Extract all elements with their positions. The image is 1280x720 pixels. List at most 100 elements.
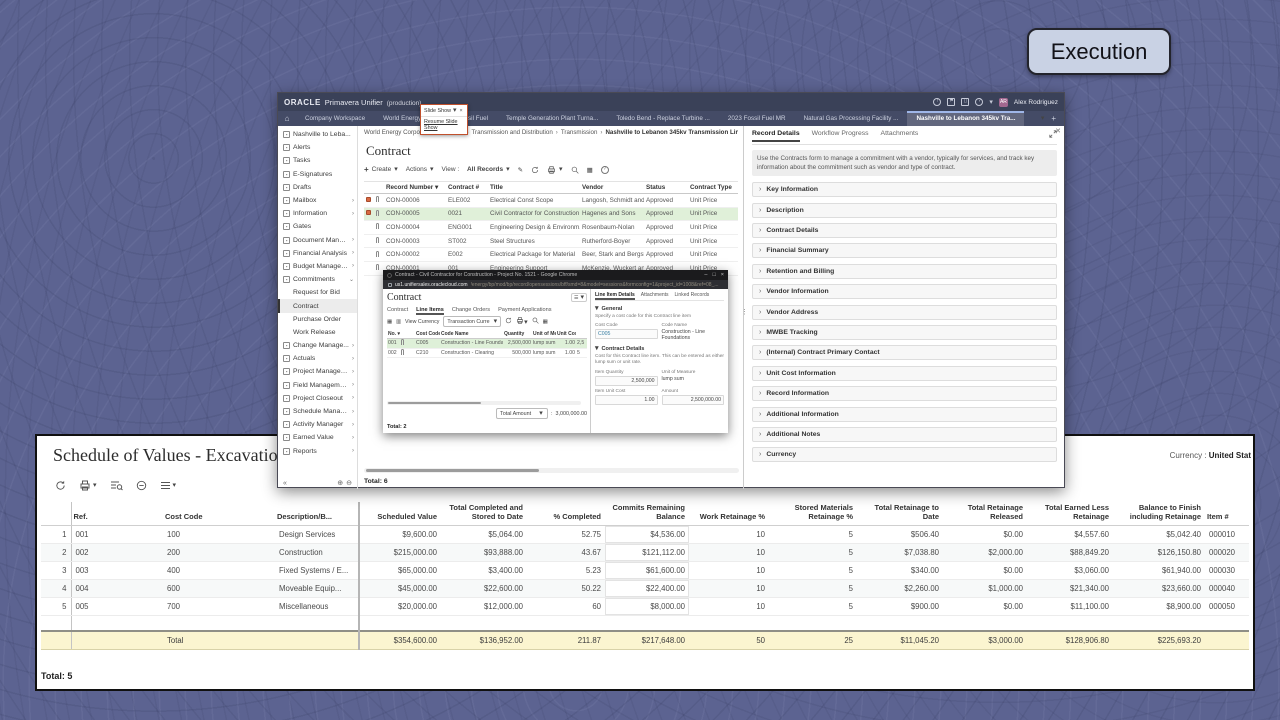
sov-cell-scheduled[interactable]: $20,000.00 bbox=[359, 597, 441, 615]
grid-settings-icon[interactable]: ▦ bbox=[543, 319, 548, 325]
log-column-status[interactable]: Status bbox=[644, 182, 688, 194]
accordion-section-key-information[interactable]: ›Key Information bbox=[752, 182, 1057, 197]
contract-details-field-value[interactable]: 2,500,000 bbox=[595, 376, 658, 386]
grid-settings-icon[interactable]: ▦ bbox=[587, 166, 593, 174]
accordion-section-description[interactable]: ›Description bbox=[752, 203, 1057, 218]
log-column-title[interactable]: Title bbox=[488, 182, 580, 194]
sov-cell-commits[interactable]: $4,536.00 bbox=[605, 525, 689, 543]
sov-column-cost_code[interactable]: Cost Code bbox=[163, 502, 275, 525]
sov-cell-scheduled[interactable]: $65,000.00 bbox=[359, 561, 441, 579]
contract-row-con-00002[interactable]: CON-00002E002Electrical Package for Mate… bbox=[364, 248, 738, 262]
print-icon[interactable]: ▾ bbox=[547, 166, 563, 174]
sov-column-pct[interactable]: % Completed bbox=[527, 502, 605, 525]
pin-icon[interactable]: ⊕ bbox=[337, 479, 343, 487]
search-icon[interactable] bbox=[571, 166, 579, 174]
accordion-section-contract-details[interactable]: ›Contract Details bbox=[752, 223, 1057, 238]
tab-payment-applications[interactable]: Payment Applications bbox=[498, 307, 551, 313]
scrollbar-thumb[interactable] bbox=[366, 469, 539, 472]
sidebar-item-schedule-manage[interactable]: ▪Schedule Manage...› bbox=[278, 405, 357, 418]
sov-column-earned[interactable]: Total Earned Less Retainage bbox=[1027, 502, 1113, 525]
sidebar-item-information[interactable]: ▪Information› bbox=[278, 207, 357, 220]
find-icon[interactable] bbox=[110, 480, 123, 491]
contract-row-con-00005[interactable]: ⚙CON-000050021Civil Contractor for Const… bbox=[364, 207, 738, 221]
tab-attachments[interactable]: Attachments bbox=[641, 292, 669, 298]
total-amount-selector[interactable]: Total Amount▾ bbox=[496, 408, 548, 419]
contract-row-con-00004[interactable]: CON-00004ENG001Engineering Design & Envi… bbox=[364, 221, 738, 235]
sidebar-item-contract[interactable]: Contract bbox=[278, 299, 357, 312]
line-item-row-001[interactable]: 001C005Construction - Line Foundations2,… bbox=[387, 339, 587, 349]
contract-details-field-value[interactable]: 2,500,000.00 bbox=[662, 395, 725, 405]
resume-slideshow-item[interactable]: Resume Slide Show bbox=[421, 117, 467, 134]
help-icon[interactable]: ? bbox=[975, 98, 983, 106]
menu-caret-icon[interactable]: ▾ bbox=[173, 482, 177, 489]
column-cost-code[interactable]: Cost Code bbox=[415, 330, 440, 339]
accordion-section-retention-and-billing[interactable]: ›Retention and Billing bbox=[752, 264, 1057, 279]
sidebar-item-work-release[interactable]: Work Release bbox=[278, 326, 357, 339]
log-column-vendor[interactable]: Vendor bbox=[580, 182, 644, 194]
sidebar-item-field-management[interactable]: ▪Field Management› bbox=[278, 379, 357, 392]
general-field-value[interactable]: C005 bbox=[595, 329, 658, 339]
sov-column-desc[interactable]: Description/B... bbox=[275, 502, 359, 525]
sidebar-item-actuals[interactable]: ▪Actuals› bbox=[278, 352, 357, 365]
sidebar-item-request-for-bid[interactable]: Request for Bid bbox=[278, 286, 357, 299]
contract-row-con-00006[interactable]: CON-00006ELE002Electrical Const ScopeLan… bbox=[364, 194, 738, 208]
collapse-caret-icon[interactable]: ▾ bbox=[595, 345, 599, 352]
sov-column-num[interactable] bbox=[41, 502, 71, 525]
menu-icon[interactable]: ▾ bbox=[160, 481, 177, 490]
sov-column-completed[interactable]: Total Completed and Stored to Date bbox=[441, 502, 527, 525]
sidebar-item-drafts[interactable]: ▪Drafts bbox=[278, 181, 357, 194]
tab-overflow-caret-icon[interactable]: ▾ bbox=[1041, 115, 1045, 122]
close-icon[interactable]: × bbox=[721, 272, 724, 278]
sov-cell-commits[interactable]: $22,400.00 bbox=[605, 579, 689, 597]
breadcrumb-item[interactable]: Transmission bbox=[561, 129, 598, 136]
horizontal-scrollbar[interactable] bbox=[364, 468, 739, 473]
sov-column-stored_ret[interactable]: Stored Materials Retainage % bbox=[769, 502, 857, 525]
sov-cell-scheduled[interactable]: $9,600.00 bbox=[359, 525, 441, 543]
log-column-record-number[interactable]: Record Number ▾ bbox=[384, 182, 446, 194]
accordion-section-financial-summary[interactable]: ›Financial Summary bbox=[752, 243, 1057, 258]
sov-column-ref[interactable]: Ref. bbox=[71, 502, 163, 525]
collapse-icon[interactable] bbox=[136, 480, 147, 491]
slideshow-caret-icon[interactable]: ▾ bbox=[453, 107, 457, 114]
sidebar-item-gates[interactable]: ▪Gates bbox=[278, 220, 357, 233]
accordion-section-currency[interactable]: ›Currency bbox=[752, 447, 1057, 462]
sov-column-work_ret[interactable]: Work Retainage % bbox=[689, 502, 769, 525]
workspace-tab-2023-fossil-fuel-mr[interactable]: 2023 Fossil Fuel MR bbox=[719, 111, 795, 126]
collapse-sidebar-icon[interactable]: « bbox=[283, 480, 287, 487]
tab-line-items[interactable]: Line Items bbox=[416, 307, 444, 313]
workspace-tab-natural-gas-processing-f[interactable]: Natural Gas Processing Facility ... bbox=[795, 111, 908, 126]
refresh-icon[interactable] bbox=[531, 166, 539, 174]
tab-record-details[interactable]: Record Details bbox=[752, 130, 800, 140]
breadcrumb-item[interactable]: Transmission and Distribution bbox=[472, 129, 553, 136]
sidebar-item-earned-value[interactable]: ▪Earned Value› bbox=[278, 431, 357, 444]
print-icon[interactable]: ▾ bbox=[79, 480, 97, 491]
minimize-icon[interactable]: ⊖ bbox=[346, 479, 352, 487]
tab-attachments[interactable]: Attachments bbox=[881, 130, 919, 140]
accordion-section-vendor-information[interactable]: ›Vendor Information bbox=[752, 284, 1057, 299]
accordion-section-vendor-address[interactable]: ›Vendor Address bbox=[752, 305, 1057, 320]
sidebar-item-project-closeout[interactable]: ▪Project Closeout› bbox=[278, 392, 357, 405]
sov-column-commits[interactable]: Commits Remaining Balance bbox=[605, 502, 689, 525]
add-tab-icon[interactable]: + bbox=[1051, 114, 1056, 123]
scrollbar-thumb[interactable] bbox=[388, 402, 481, 404]
grid-view-icon[interactable]: ▦ bbox=[387, 319, 392, 325]
chrome-url-bar[interactable]: us1.unifiersales.oraclecloud.com /energy… bbox=[383, 280, 728, 289]
sidebar-item-commitments[interactable]: ▪Commitments⌄ bbox=[278, 273, 357, 286]
currency-selector[interactable]: Transaction Curre▾ bbox=[443, 316, 501, 327]
tab-change-orders[interactable]: Change Orders bbox=[452, 307, 490, 313]
user-avatar[interactable]: AR bbox=[999, 98, 1008, 107]
tab-linked-records[interactable]: Linked Records bbox=[675, 292, 710, 298]
close-panel-icon[interactable]: ✕ bbox=[1055, 127, 1061, 135]
sov-column-ret_released[interactable]: Total Retainage Released bbox=[943, 502, 1027, 525]
sidebar-item-mailbox[interactable]: ▪Mailbox› bbox=[278, 194, 357, 207]
column-code-name[interactable]: Code Name bbox=[440, 330, 503, 339]
popup-menu-button[interactable]: ☰ ▾ bbox=[571, 293, 587, 302]
accordion-section-additional-notes[interactable]: ›Additional Notes bbox=[752, 427, 1057, 442]
create-button[interactable]: + Create ▾ bbox=[364, 165, 398, 174]
minimize-icon[interactable]: – bbox=[704, 272, 707, 278]
sidebar-item-alerts[interactable]: ▪Alerts bbox=[278, 141, 357, 154]
panel-drag-handle[interactable]: ⋮ bbox=[741, 308, 747, 316]
view-selector[interactable]: View : All Records ▾ bbox=[442, 166, 510, 173]
sov-cell-scheduled[interactable]: $215,000.00 bbox=[359, 543, 441, 561]
sov-cell-commits[interactable]: $61,600.00 bbox=[605, 561, 689, 579]
